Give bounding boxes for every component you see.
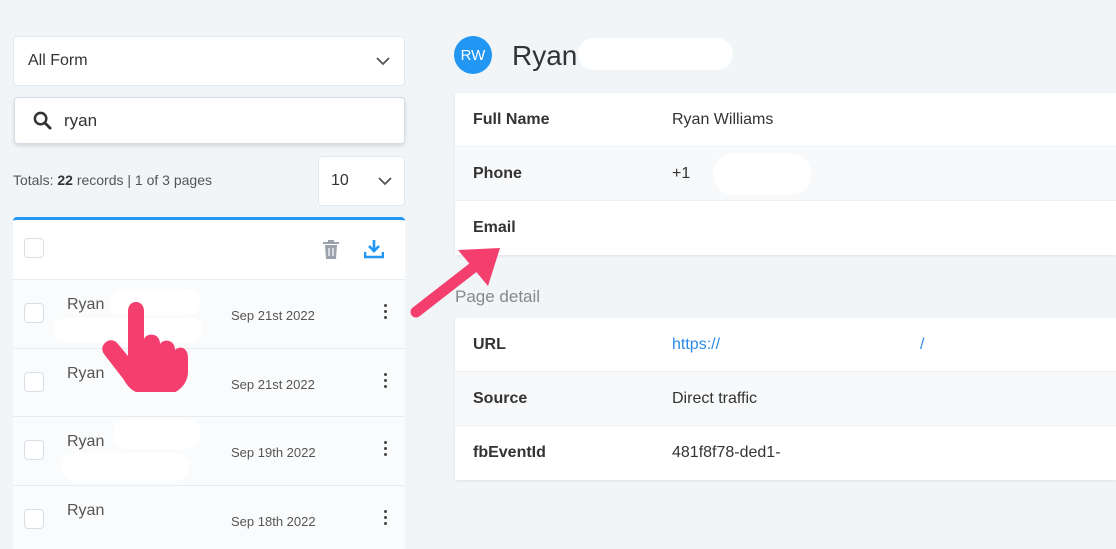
email-row: Email [455, 201, 1116, 255]
select-all-checkbox[interactable] [24, 238, 44, 258]
avatar: RW [454, 36, 492, 74]
row-checkbox[interactable] [24, 371, 44, 392]
row-date: Sep 19th 2022 [231, 445, 316, 460]
field-label: Email [473, 219, 516, 236]
row-date: Sep 21st 2022 [231, 308, 315, 323]
trash-icon[interactable] [322, 240, 340, 260]
search-value: ryan [64, 110, 98, 130]
field-label: fbEventId [473, 444, 546, 461]
page-detail-card: URL https:// / Source Direct traffic fbE… [455, 318, 1116, 480]
full-name-row: Full Name Ryan Williams [455, 93, 1116, 147]
field-value: 481f8f78-ded1- [672, 444, 781, 461]
list-item[interactable]: Ryan Sep 18th 2022 [13, 485, 405, 549]
list-header [13, 220, 405, 280]
list-item[interactable]: Ryan Sep 21st 2022 [13, 280, 405, 349]
row-name: Ryan [67, 501, 105, 519]
list-item[interactable]: Ryan Sep 19th 2022 [13, 417, 405, 486]
search-icon [33, 111, 52, 130]
submission-list: Ryan Sep 21st 2022 Ryan Sep 21st 2022 Ry… [13, 217, 405, 549]
field-label: Full Name [473, 110, 550, 128]
row-menu-icon[interactable] [384, 304, 388, 322]
totals-count: 22 [57, 172, 73, 188]
row-checkbox[interactable] [24, 303, 44, 323]
row-date: Sep 18th 2022 [231, 513, 316, 529]
pointer-arrow-icon [410, 248, 500, 318]
field-value: Direct traffic [672, 389, 758, 407]
phone-row: Phone +1 [455, 147, 1116, 201]
search-input[interactable]: ryan [14, 97, 405, 144]
row-menu-icon[interactable] [384, 372, 388, 391]
per-page-value: 10 [331, 172, 349, 189]
chevron-down-icon [376, 56, 390, 65]
form-filter-select[interactable]: All Form [13, 36, 405, 86]
list-item[interactable]: Ryan Sep 21st 2022 [13, 348, 405, 417]
row-date: Sep 21st 2022 [231, 376, 315, 392]
field-label: Phone [473, 164, 522, 182]
source-row: Source Direct traffic [455, 372, 1116, 426]
fbeventid-row: fbEventId 481f8f78-ded1- [455, 426, 1116, 480]
row-name: Ryan [67, 433, 105, 450]
pointing-hand-icon [102, 302, 188, 392]
contact-name: Ryan [512, 40, 578, 71]
row-checkbox[interactable] [24, 440, 44, 460]
per-page-select[interactable]: 10 [318, 156, 405, 206]
url-link[interactable]: https:// [672, 336, 720, 354]
field-value: Ryan Williams [672, 110, 774, 128]
url-tail: / [920, 335, 925, 353]
download-icon[interactable] [364, 239, 384, 259]
totals-text: Totals: 22 records | 1 of 3 pages [13, 172, 212, 188]
row-menu-icon[interactable] [384, 441, 388, 459]
row-menu-icon[interactable] [384, 509, 388, 528]
url-row: URL https:// / [455, 318, 1116, 372]
field-label: URL [473, 335, 506, 353]
row-checkbox[interactable] [24, 508, 44, 529]
contact-info-card: Full Name Ryan Williams Phone +1 Email [455, 93, 1116, 255]
field-value: +1 [672, 164, 691, 182]
form-filter-value: All Form [28, 52, 88, 69]
chevron-down-icon [378, 176, 392, 185]
field-label: Source [473, 389, 528, 407]
